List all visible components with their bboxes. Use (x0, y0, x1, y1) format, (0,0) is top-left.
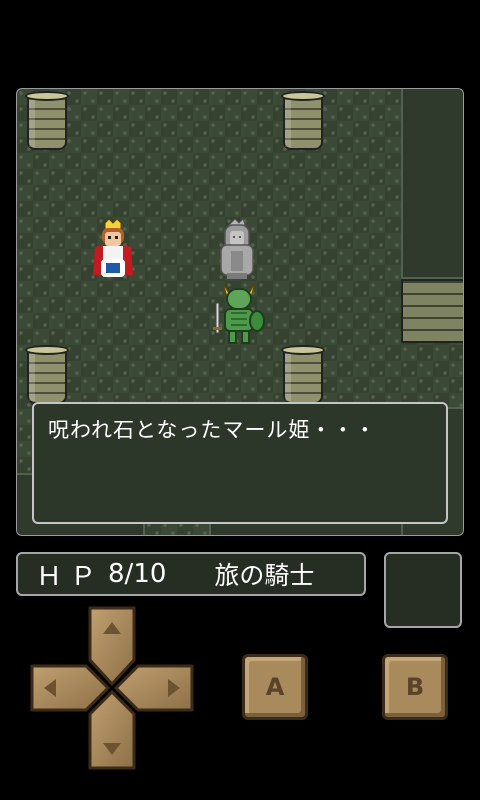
a-button[interactable]: A (242, 654, 308, 720)
dpad-icon (30, 606, 194, 770)
stone-statue-sprite (220, 218, 254, 279)
brick-wall (401, 279, 463, 343)
a-button-label: A (265, 673, 285, 701)
dpad-right-button[interactable] (113, 664, 194, 712)
hp-value: 8/10 (108, 559, 167, 589)
item-slot[interactable] (384, 552, 462, 628)
stone-pillar (281, 345, 325, 407)
dark-wall (401, 89, 463, 279)
stone-pillar (25, 91, 69, 153)
princess-sprite (93, 218, 133, 277)
stone-pillar (281, 91, 325, 153)
character-class: 旅の騎士 (214, 561, 315, 590)
status-panel: ＨＰ 8/10 旅の騎士 (16, 552, 366, 596)
b-button-label: B (405, 673, 425, 701)
dpad-down-button[interactable] (88, 689, 136, 770)
knight-sprite (213, 282, 265, 344)
b-button[interactable]: B (382, 654, 448, 720)
dialog-box[interactable]: 呪われ石となったマール姫・・・ (32, 402, 448, 524)
hp-label: ＨＰ (36, 561, 105, 592)
dpad-left-button[interactable] (30, 664, 111, 712)
dialog-text: 呪われ石となったマール姫・・・ (48, 418, 377, 442)
dpad-up-button[interactable] (88, 606, 136, 687)
stone-pillar (25, 345, 69, 407)
